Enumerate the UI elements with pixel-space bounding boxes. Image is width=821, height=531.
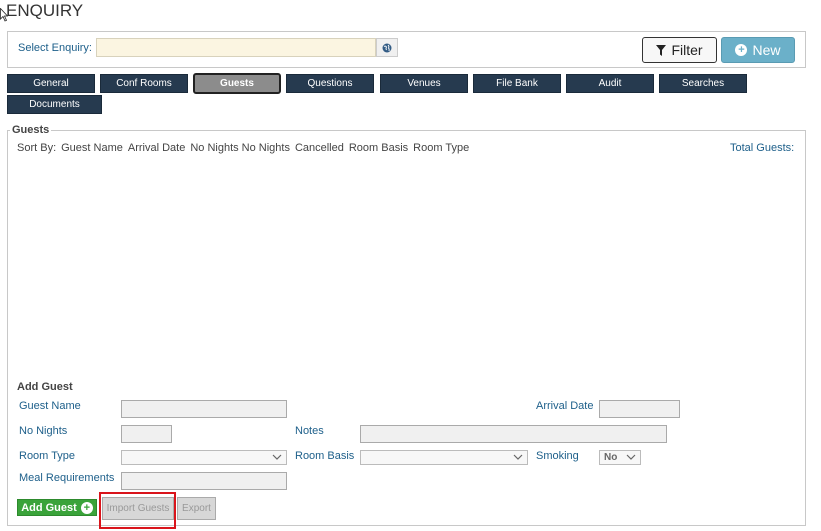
notes-field[interactable]: [360, 425, 667, 443]
add-guest-title: Add Guest: [17, 381, 73, 393]
room-basis-select[interactable]: [360, 450, 528, 465]
tab-general[interactable]: General: [7, 74, 95, 93]
sort-room-basis[interactable]: Room Basis: [349, 142, 408, 154]
total-guests-label: Total Guests:: [730, 142, 795, 154]
globe-button[interactable]: [376, 38, 398, 57]
plus-circle-icon: +: [80, 501, 93, 514]
globe-icon: [382, 43, 392, 52]
chevron-down-icon: [272, 454, 282, 460]
page-title: ENQUIRY: [6, 1, 84, 20]
new-button[interactable]: + New: [721, 37, 795, 63]
arrival-date-field[interactable]: [599, 400, 680, 418]
sort-by-label: Sort By:: [17, 142, 57, 154]
enquiry-bar: Select Enquiry: Filter + New: [7, 31, 806, 68]
chevron-down-icon: [513, 454, 523, 460]
filter-button[interactable]: Filter: [642, 37, 717, 63]
meal-requirements-label: Meal Requirements: [19, 472, 115, 484]
tab-conf-rooms[interactable]: Conf Rooms: [100, 74, 188, 93]
notes-label: Notes: [295, 425, 324, 437]
export-button[interactable]: Export: [177, 497, 216, 520]
room-type-select[interactable]: [121, 450, 287, 465]
room-basis-label: Room Basis: [295, 450, 355, 462]
sort-no-nights-2[interactable]: No Nights: [242, 142, 290, 154]
tab-audit[interactable]: Audit: [566, 74, 654, 93]
arrival-date-label: Arrival Date: [536, 400, 594, 412]
sort-by-bar: Sort By: Guest Name Arrival Date No Nigh…: [17, 142, 469, 154]
smoking-select[interactable]: No: [599, 450, 641, 465]
sort-guest-name[interactable]: Guest Name: [61, 142, 123, 154]
tab-venues[interactable]: Venues: [380, 74, 468, 93]
new-button-label: New: [752, 42, 781, 58]
tab-searches[interactable]: Searches: [659, 74, 747, 93]
guest-name-label: Guest Name: [19, 400, 81, 412]
sort-cancelled[interactable]: Cancelled: [295, 142, 344, 154]
funnel-icon: [656, 44, 667, 56]
sort-no-nights[interactable]: No Nights: [190, 142, 238, 154]
sort-arrival-date[interactable]: Arrival Date: [128, 142, 185, 154]
add-guest-button-label: Add Guest: [21, 501, 77, 514]
room-type-label: Room Type: [19, 450, 76, 462]
add-guest-button[interactable]: Add Guest +: [17, 499, 97, 516]
guests-panel: [7, 130, 806, 526]
tab-questions[interactable]: Questions: [286, 74, 374, 93]
tab-file-bank[interactable]: File Bank: [473, 74, 561, 93]
no-nights-label: No Nights: [19, 425, 68, 437]
tab-guests[interactable]: Guests: [193, 73, 281, 94]
sort-room-type[interactable]: Room Type: [413, 142, 469, 154]
smoking-value: No: [604, 452, 618, 463]
filter-button-label: Filter: [671, 42, 703, 58]
select-enquiry-label: Select Enquiry:: [18, 42, 92, 54]
meal-requirements-field[interactable]: [121, 472, 287, 490]
import-guests-button[interactable]: Import Guests: [102, 497, 174, 520]
select-enquiry-input[interactable]: [96, 38, 376, 57]
smoking-label: Smoking: [536, 450, 579, 462]
tab-documents[interactable]: Documents: [7, 95, 102, 114]
chevron-down-icon: [626, 454, 636, 460]
guest-name-field[interactable]: [121, 400, 287, 418]
guests-legend: Guests: [10, 124, 52, 136]
plus-circle-icon: +: [735, 44, 748, 56]
no-nights-field[interactable]: [121, 425, 172, 443]
